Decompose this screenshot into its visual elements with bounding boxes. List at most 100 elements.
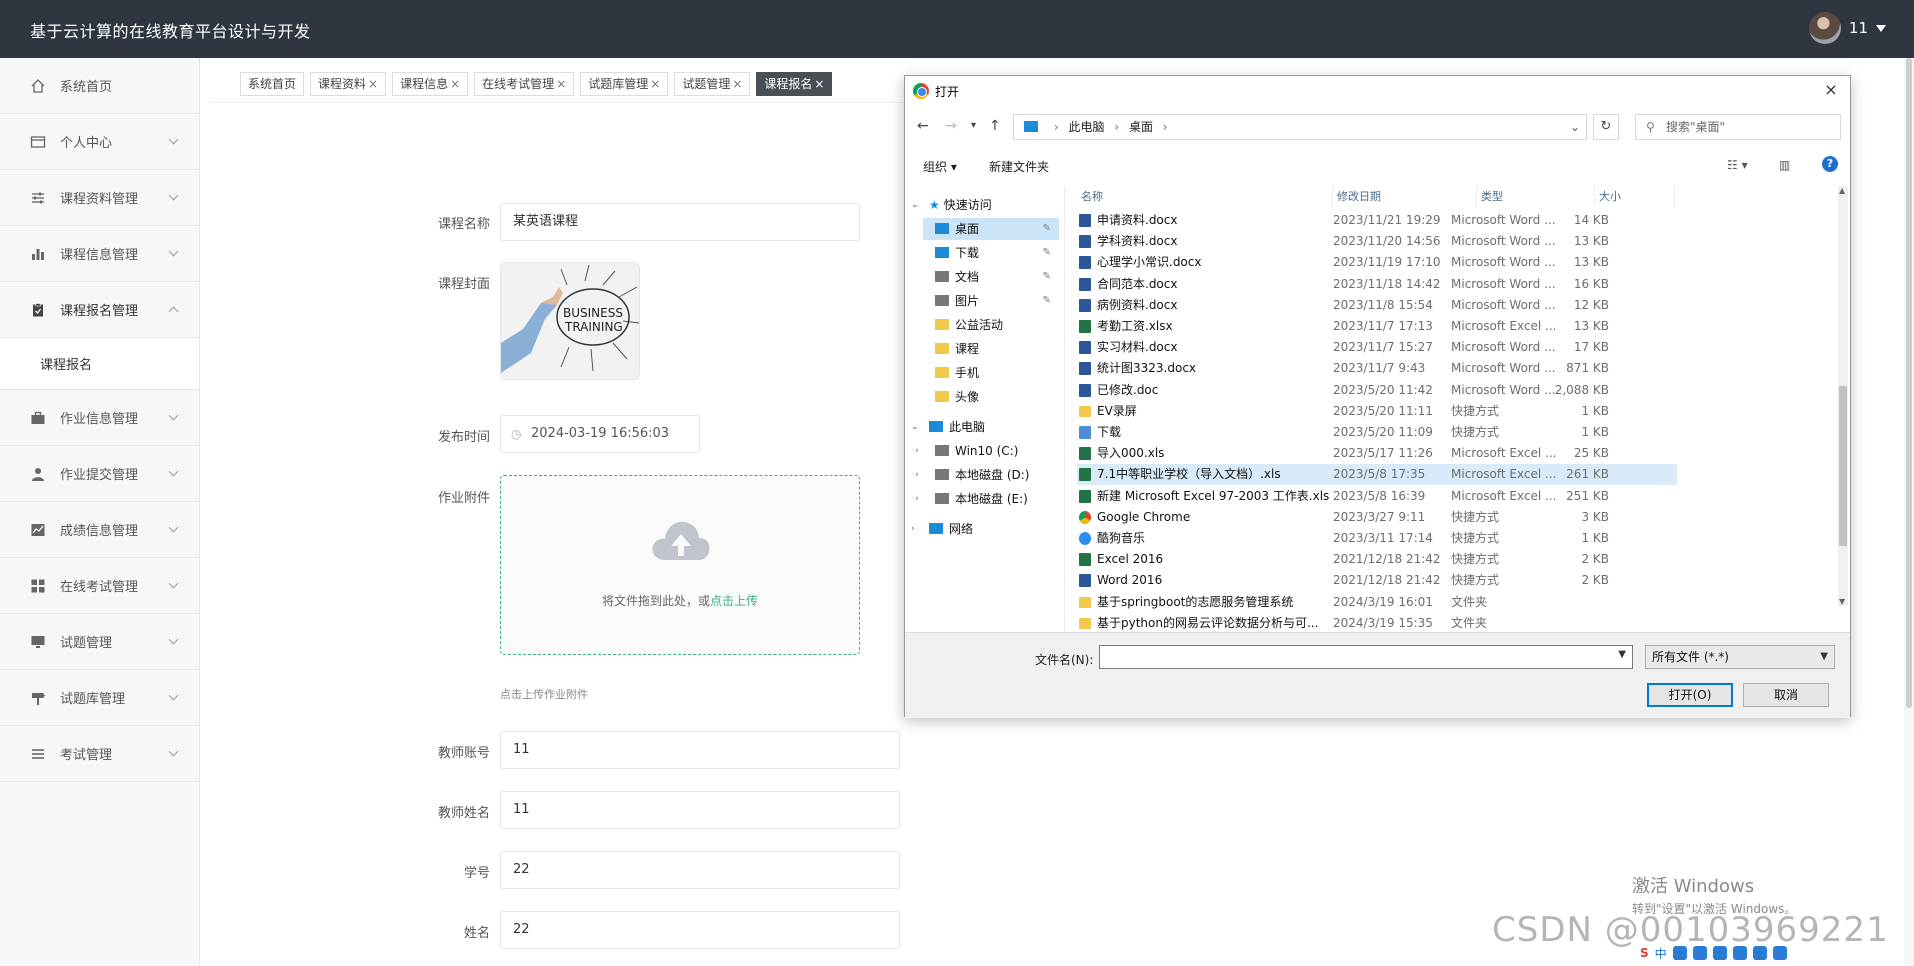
tray-icon[interactable] xyxy=(1732,946,1747,960)
expand-toggle-icon[interactable]: › xyxy=(915,440,919,462)
sidebar-item[interactable]: 成绩信息管理 xyxy=(0,502,199,558)
chevron-down-icon[interactable]: ▼ xyxy=(1618,649,1626,660)
tab[interactable]: 课程资料 × xyxy=(310,72,387,96)
file-row[interactable]: 统计图3323.docx 2023/11/7 9:43 Microsoft Word… xyxy=(1077,358,1677,379)
back-arrow-icon[interactable]: ← xyxy=(917,118,929,134)
column-name[interactable]: 名称 xyxy=(1077,186,1333,208)
up-arrow-icon[interactable]: ↑ xyxy=(989,118,1001,134)
file-row[interactable]: 已修改.doc 2023/5/20 11:42 Microsoft Word ...… xyxy=(1077,380,1677,401)
sidebar-item[interactable]: 个人中心 xyxy=(0,114,199,170)
tab-close-icon[interactable]: × xyxy=(732,77,742,91)
nav-item[interactable]: 公益活动 xyxy=(923,314,1059,336)
nav-item[interactable]: ⌄ 此电脑 xyxy=(909,416,1059,438)
column-type[interactable]: 类型 xyxy=(1477,186,1595,208)
breadcrumb-item[interactable]: 此电脑 xyxy=(1068,120,1104,134)
page-scroll-thumb[interactable] xyxy=(1906,58,1912,708)
file-row[interactable]: 考勤工资.xlsx 2023/11/7 17:13 Microsoft Excel … xyxy=(1077,316,1677,337)
recent-chevron-icon[interactable]: ▾ xyxy=(971,120,976,131)
nav-item[interactable]: ⌄ ★ 快速访问 xyxy=(909,194,1059,216)
file-row[interactable]: 酷狗音乐 2023/3/11 17:14 快捷方式 1 KB xyxy=(1077,528,1677,549)
tab-close-icon[interactable]: × xyxy=(368,77,378,91)
nav-item[interactable]: › Win10 (C:) xyxy=(915,440,1059,462)
tab[interactable]: 试题库管理 × xyxy=(580,72,669,96)
tab-close-icon[interactable]: × xyxy=(450,77,460,91)
sidebar-item[interactable]: 作业提交管理 xyxy=(0,446,199,502)
ime-mode[interactable]: 中 xyxy=(1655,945,1667,962)
scroll-down-icon[interactable]: ▼ xyxy=(1839,597,1845,606)
user-menu[interactable]: 11 xyxy=(1808,12,1886,44)
organize-button[interactable]: 组织 ▾ xyxy=(923,158,957,175)
expand-toggle-icon[interactable]: ⌄ xyxy=(911,416,919,438)
file-type-select[interactable]: 所有文件 (*.*) ▼ xyxy=(1645,645,1835,669)
expand-toggle-icon[interactable]: › xyxy=(915,488,919,510)
nav-item[interactable]: 课程 xyxy=(923,338,1059,360)
nav-item[interactable]: › 本地磁盘 (D:) xyxy=(915,464,1059,486)
tab[interactable]: 课程报名 × xyxy=(756,72,833,96)
sidebar-item[interactable]: 在线考试管理 xyxy=(0,558,199,614)
file-row[interactable]: Word 2016 2021/12/18 21:42 快捷方式 2 KB xyxy=(1077,570,1677,591)
tray-icon[interactable] xyxy=(1672,946,1687,960)
file-row[interactable]: 病例资料.docx 2023/11/8 15:54 Microsoft Word .… xyxy=(1077,295,1677,316)
tab-close-icon[interactable]: × xyxy=(814,77,824,91)
breadcrumb-item[interactable]: 桌面 xyxy=(1129,120,1153,134)
forward-arrow-icon[interactable]: → xyxy=(945,118,957,134)
search-input[interactable]: ⚲ 搜索"桌面" xyxy=(1635,114,1841,140)
upload-link[interactable]: 点击上传 xyxy=(710,594,758,608)
file-row[interactable]: 申请资料.docx 2023/11/21 19:29 Microsoft Word … xyxy=(1077,210,1677,231)
tab[interactable]: 试题管理 × xyxy=(674,72,751,96)
expand-toggle-icon[interactable]: › xyxy=(911,518,915,540)
address-bar[interactable]: › 此电脑 › 桌面 › ⌄ xyxy=(1013,114,1587,140)
nav-item[interactable]: 手机 xyxy=(923,362,1059,384)
teacher-name-input[interactable]: 11 xyxy=(500,791,900,829)
column-size[interactable]: 大小 xyxy=(1595,186,1675,208)
sidebar-item[interactable]: 课程资料管理 xyxy=(0,170,199,226)
tab[interactable]: 课程信息 × xyxy=(392,72,469,96)
file-row[interactable]: EV录屏 2023/5/20 11:11 快捷方式 1 KB xyxy=(1077,401,1677,422)
sidebar-item[interactable]: 课程信息管理 xyxy=(0,226,199,282)
avatar[interactable] xyxy=(1808,12,1841,44)
view-options-icon[interactable]: ☷ ▾ xyxy=(1727,158,1748,172)
sidebar-item[interactable]: 试题库管理 xyxy=(0,670,199,726)
tray-icon[interactable] xyxy=(1752,946,1767,960)
scroll-up-icon[interactable]: ▲ xyxy=(1839,186,1845,195)
tab[interactable]: 在线考试管理 × xyxy=(474,72,575,96)
caret-down-icon[interactable] xyxy=(1876,24,1886,32)
nav-item[interactable]: 文档 ✎ xyxy=(923,266,1059,288)
course-name-input[interactable]: 某英语课程 xyxy=(500,203,860,241)
upload-dropzone[interactable]: 将文件拖到此处，或点击上传 xyxy=(500,475,860,655)
sidebar-item[interactable]: 课程报名管理 xyxy=(0,282,199,338)
expand-toggle-icon[interactable]: ⌄ xyxy=(911,194,919,216)
sidebar-item[interactable]: 试题管理 xyxy=(0,614,199,670)
file-row[interactable]: 实习材料.docx 2023/11/7 15:27 Microsoft Word .… xyxy=(1077,337,1677,358)
new-folder-button[interactable]: 新建文件夹 xyxy=(989,158,1049,175)
file-list-scrollbar[interactable]: ▲ ▼ xyxy=(1838,186,1848,606)
sidebar-item[interactable]: 系统首页 xyxy=(0,58,199,114)
user-name[interactable]: 11 xyxy=(1849,19,1868,37)
tab-close-icon[interactable]: × xyxy=(650,77,660,91)
file-row[interactable]: 导入000.xls 2023/5/17 11:26 Microsoft Excel … xyxy=(1077,443,1677,464)
refresh-button[interactable]: ↻ xyxy=(1593,114,1619,140)
name-input[interactable]: 22 xyxy=(500,911,900,949)
nav-item[interactable]: 图片 ✎ xyxy=(923,290,1059,312)
column-date[interactable]: 修改日期 xyxy=(1333,186,1477,208)
sogou-ime-icon[interactable]: S xyxy=(1640,946,1649,960)
tray-icon[interactable] xyxy=(1712,946,1727,960)
open-button[interactable]: 打开(O) xyxy=(1647,683,1733,707)
publish-time-input[interactable]: ◷ 2024-03-19 16:56:03 xyxy=(500,415,700,453)
preview-pane-icon[interactable]: ▥ xyxy=(1779,158,1790,172)
expand-toggle-icon[interactable]: › xyxy=(915,464,919,486)
sidebar-subitem[interactable]: 课程报名 xyxy=(0,338,199,390)
filename-input[interactable]: ▼ xyxy=(1099,645,1633,669)
file-row[interactable]: 基于python的网易云评论数据分析与可... 2024/3/19 15:35 文件… xyxy=(1077,613,1677,634)
cancel-button[interactable]: 取消 xyxy=(1743,683,1829,707)
tab-close-icon[interactable]: × xyxy=(556,77,566,91)
nav-item[interactable]: 头像 xyxy=(923,386,1059,408)
tray-icon[interactable] xyxy=(1772,946,1787,960)
tab[interactable]: 系统首页 xyxy=(240,72,305,96)
file-row[interactable]: 学科资料.docx 2023/11/20 14:56 Microsoft Word … xyxy=(1077,231,1677,252)
sidebar-item[interactable]: 考试管理 xyxy=(0,726,199,782)
file-row[interactable]: 基于springboot的志愿服务管理系统 2024/3/19 16:01 文件夹 xyxy=(1077,592,1677,613)
file-row[interactable]: Google Chrome 2023/3/27 9:11 快捷方式 3 KB xyxy=(1077,507,1677,528)
file-row[interactable]: 新建 Microsoft Excel 97-2003 工作表.xls 2023/5… xyxy=(1077,486,1677,507)
file-row[interactable]: 心理学小常识.docx 2023/11/19 17:10 Microsoft Wor… xyxy=(1077,252,1677,273)
